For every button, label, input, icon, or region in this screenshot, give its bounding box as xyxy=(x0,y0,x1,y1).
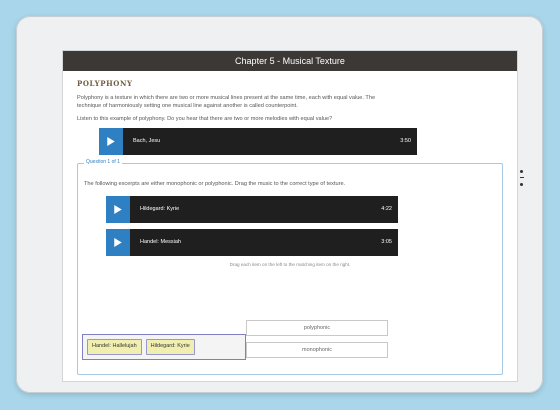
drag-chip[interactable]: Hildegard: Kyrie xyxy=(145,339,195,356)
bullet-dot xyxy=(520,170,523,173)
drag-chip[interactable]: Handel: Hallelujah xyxy=(87,339,142,356)
bullet-dot xyxy=(520,183,523,186)
drag-items-tray: Handel: Hallelujah Hildegard: Kyrie xyxy=(82,334,246,361)
page-content: POLYPHONY Polyphony is a texture in whic… xyxy=(63,71,517,381)
bullet-dash xyxy=(520,177,524,178)
play-icon xyxy=(114,205,122,215)
chapter-title-bar: Chapter 5 - Musical Texture xyxy=(63,51,517,71)
question-box: Question 1 of 1 The following excerpts a… xyxy=(77,159,503,376)
play-icon xyxy=(107,137,115,147)
play-button[interactable] xyxy=(106,196,130,224)
listen-paragraph: Listen to this example of polyphony. Do … xyxy=(77,116,333,123)
track-duration: 3:05 xyxy=(381,239,392,246)
ebook-page: Chapter 5 - Musical Texture POLYPHONY Po… xyxy=(62,50,518,382)
question-label: Question 1 of 1 xyxy=(84,159,122,167)
play-icon xyxy=(114,238,122,248)
drag-instructions: Drag each item on the left to the matchi… xyxy=(229,262,351,268)
section-heading: POLYPHONY xyxy=(77,79,133,88)
audio-player-bach: Bach, Jesu 3:50 xyxy=(99,128,417,156)
drop-target-monophonic[interactable]: monophonic xyxy=(246,342,388,359)
track-title: Handel: Messiah xyxy=(140,238,181,245)
track-title: Bach, Jesu xyxy=(133,137,161,144)
drop-target-polyphonic[interactable]: polyphonic xyxy=(246,320,388,337)
side-bullets xyxy=(520,170,524,190)
track-duration: 3:50 xyxy=(400,138,411,145)
chapter-title: Chapter 5 - Musical Texture xyxy=(235,56,345,66)
question-text: The following excerpts are either monoph… xyxy=(84,181,346,188)
play-button[interactable] xyxy=(99,128,123,156)
audio-player-handel: Handel: Messiah 3:05 xyxy=(106,229,398,257)
play-button[interactable] xyxy=(106,229,130,257)
definition-paragraph: Polyphony is a texture in which there ar… xyxy=(77,95,376,110)
audio-player-hildegard: Hildegard: Kyrie 4:22 xyxy=(106,196,398,224)
track-duration: 4:22 xyxy=(381,206,392,213)
track-title: Hildegard: Kyrie xyxy=(140,205,180,212)
